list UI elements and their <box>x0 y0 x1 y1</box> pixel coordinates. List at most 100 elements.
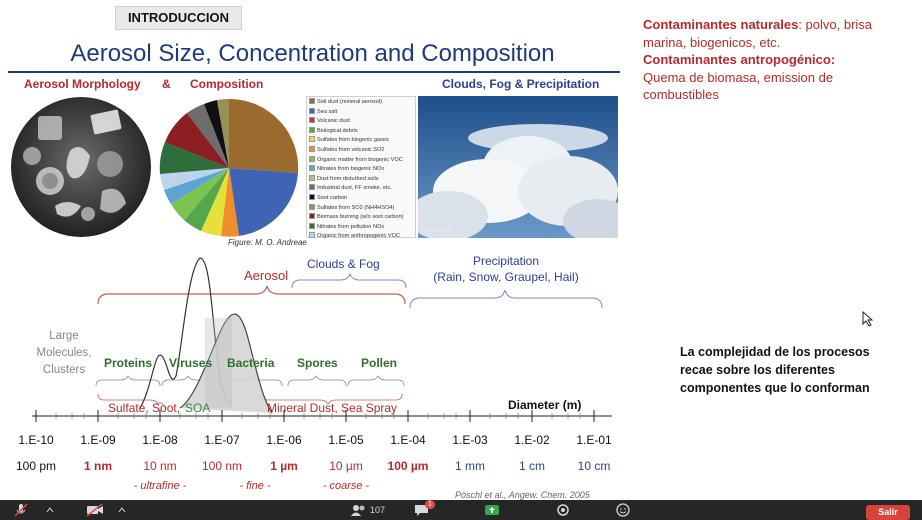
reference-label: Pöschl et al., Angew. Chem. 2005 <box>455 490 591 500</box>
legend-swatch <box>309 184 315 191</box>
legend-label: Soot carbon <box>317 194 348 201</box>
legend-swatch <box>309 98 315 104</box>
axis-unit-label: 100 µm <box>387 459 429 473</box>
bacteria-label: Bacteria <box>227 356 275 370</box>
large-molecules-label-2: Molecules, <box>37 347 92 359</box>
legend-swatch <box>309 203 315 210</box>
participants-button[interactable]: 107 <box>350 500 385 520</box>
axis-tick-label: 1.E-06 <box>266 433 302 447</box>
legend-swatch <box>309 222 315 229</box>
sulfate-soot-label: Sulfate, Soot, <box>108 401 180 415</box>
axis-unit-label: 100 nm <box>201 459 243 473</box>
axis-unit-label: 1 µm <box>270 459 298 473</box>
chevron-up-icon <box>46 507 54 513</box>
ampersand-label: & <box>162 77 171 91</box>
soa-label: SOA <box>185 401 210 415</box>
legend-swatch <box>309 117 315 124</box>
record-icon <box>557 504 569 516</box>
clouds-label: Clouds, Fog & Precipitation <box>442 77 600 91</box>
composition-pie-chart <box>159 98 299 237</box>
participants-count: 107 <box>370 505 386 515</box>
legend-label: Biomass burning (w/o soot carbon) <box>317 214 404 221</box>
record-button[interactable] <box>556 500 570 520</box>
microphone-muted-icon <box>14 503 28 517</box>
pollen-label: Pollen <box>361 356 397 370</box>
axis-unit-label: 1 cm <box>518 459 545 473</box>
axis-unit-label: 1 nm <box>83 459 112 473</box>
viruses-label: Viruses <box>169 356 212 370</box>
legend-label: Sulfates from SO2 (NH4HSO4) <box>317 204 395 211</box>
legend-swatch <box>309 165 315 172</box>
clouds-fog-label: Clouds & Fog <box>307 257 380 271</box>
legend-label: Organic from anthropogenic VOC <box>317 233 401 240</box>
legend-swatch <box>309 193 315 200</box>
axis-tick-label: 1.E-03 <box>452 433 488 447</box>
legend-item: Dust from disturbed soils <box>307 174 415 185</box>
audio-options-caret[interactable] <box>46 500 54 520</box>
size-range-label: - fine - <box>239 480 271 492</box>
participants-icon <box>351 505 365 516</box>
legend-item: Nitrates from biogenic NOx <box>307 165 415 175</box>
legend-item: Biological debris <box>307 126 415 137</box>
legend-item: Industrial dust, FF smoke, etc. <box>307 184 415 194</box>
presentation-slide: INTRODUCCION Aerosol Size, Concentration… <box>0 0 922 500</box>
legend-item: Sulfates from SO2 (NH4HSO4) <box>307 203 415 214</box>
legend-item: Soil dust (mineral aerosol) <box>307 98 415 108</box>
composition-label: Composition <box>190 77 264 91</box>
legend-item: Sulfates from biogenic gases <box>307 136 415 146</box>
precip-types-label: (Rain, Snow, Graupel, Hail) <box>433 270 578 284</box>
title-underline <box>8 71 620 73</box>
legend-label: Nitrates from biogenic NOx <box>317 166 385 173</box>
reactions-button[interactable] <box>616 500 630 520</box>
legend-item: Soot carbon <box>307 193 415 204</box>
mute-button[interactable] <box>14 500 28 520</box>
exit-meeting-button[interactable]: Salir <box>866 505 910 520</box>
large-molecules-label-3: Clusters <box>43 364 85 376</box>
spores-label: Spores <box>297 356 338 370</box>
size-range-label: - coarse - <box>322 480 370 492</box>
aerosol-label: Aerosol <box>244 268 288 283</box>
axis-tick-label: 1.E-02 <box>514 433 550 447</box>
share-screen-button[interactable] <box>484 500 500 520</box>
smiley-icon <box>616 503 630 517</box>
morphology-label: Aerosol Morphology <box>24 77 141 91</box>
axis-tick-label: 1.E-09 <box>80 433 116 447</box>
axis-tick-label: 1.E-04 <box>390 433 426 447</box>
legend-item: Volcanic dust <box>307 117 415 127</box>
axis-unit-label: 10 µm <box>329 459 363 473</box>
legend-label: Organic matter from biogenic VOC <box>317 156 403 163</box>
legend-label: Dust from disturbed soils <box>317 175 379 182</box>
chat-button[interactable]: 1 <box>414 500 435 520</box>
camera-off-icon <box>86 503 103 517</box>
video-options-caret[interactable] <box>118 500 126 520</box>
anthro-label: Contaminantes antropogénico: <box>643 52 836 67</box>
axis-tick-label: 1.E-05 <box>328 433 364 447</box>
axis-tick-label: 1.E-10 <box>18 433 54 447</box>
video-button[interactable] <box>86 500 104 520</box>
legend-item: Sulfates from volcanic SO2 <box>307 145 415 156</box>
aerosol-morphology-image <box>11 97 151 237</box>
legend-swatch <box>309 107 315 114</box>
pie-legend: Soil dust (mineral aerosol) Sea salt Volca… <box>306 96 416 240</box>
mouse-cursor-icon <box>862 311 874 327</box>
legend-item: Biomass burning (w/o soot carbon) <box>307 213 415 223</box>
legend-swatch <box>309 145 315 152</box>
proteins-label: Proteins <box>104 356 152 370</box>
legend-item: Sea salt <box>307 107 415 118</box>
legend-item: Organic matter from biogenic VOC <box>307 155 415 166</box>
axis-unit-label: 10 cm <box>577 459 611 473</box>
legend-swatch <box>309 174 315 181</box>
legend-item: Nitrates from pollution NOx <box>307 222 415 233</box>
large-molecules-label-1: Large <box>49 330 78 342</box>
legend-label: Soil dust (mineral aerosol) <box>317 99 382 105</box>
axis-tick-label: 1.E-08 <box>142 433 178 447</box>
axis-tick-label: 1.E-01 <box>576 433 612 447</box>
figure-credit: Figure: M. O. Andreae <box>228 238 307 247</box>
axis-unit-label: 10 nm <box>143 459 177 473</box>
legend-swatch <box>309 126 315 133</box>
legend-swatch <box>309 232 315 239</box>
mineral-dust-label: Mineral Dust, Sea Spray <box>267 401 397 415</box>
anthro-text: Quema de biomasa, emission de combustibl… <box>643 69 834 103</box>
slide-title: Aerosol Size, Concentration and Composit… <box>70 40 555 67</box>
meeting-toolbar: 107 1 <box>0 500 922 520</box>
